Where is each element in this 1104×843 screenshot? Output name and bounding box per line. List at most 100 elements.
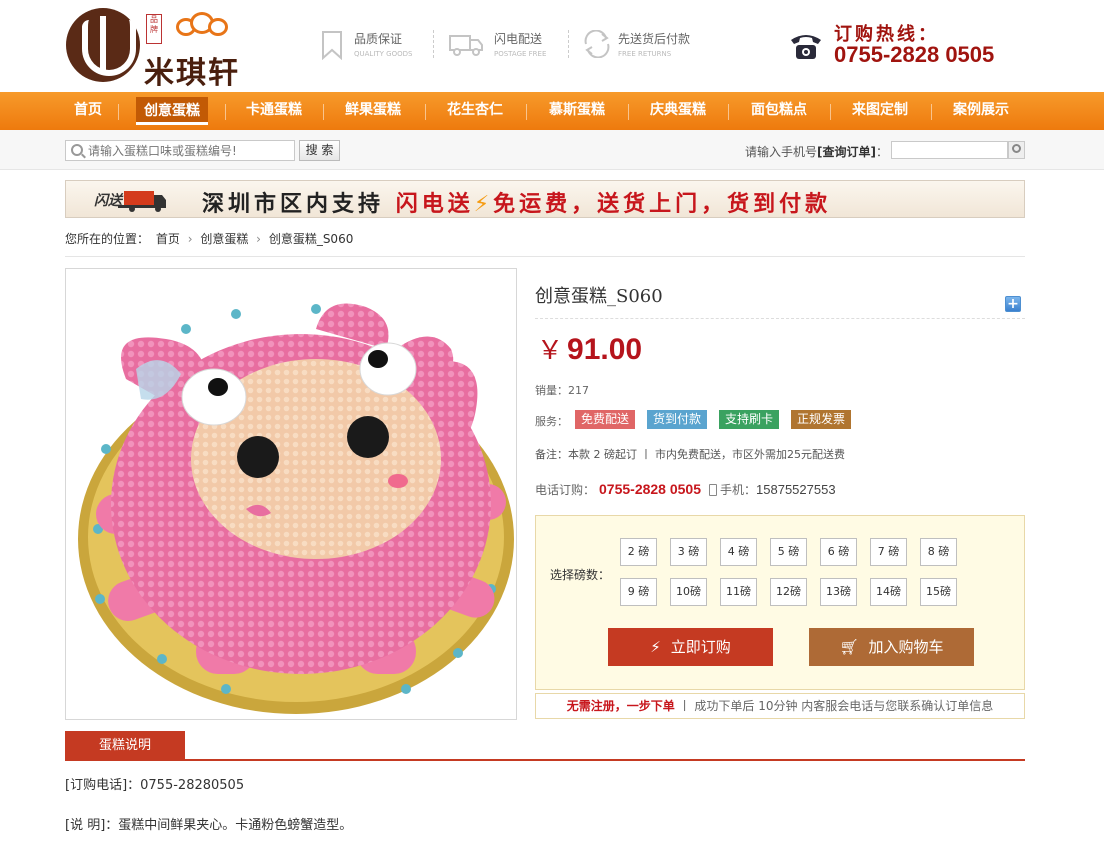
sales-count: 销量：217: [535, 382, 589, 398]
nav-item-peanut-almond[interactable]: 花生杏仁: [432, 92, 518, 130]
nav-label: 首页: [74, 102, 102, 118]
nav-item-creative-cake[interactable]: 创意蛋糕: [126, 92, 218, 130]
nav-divider: [118, 104, 119, 120]
buy-now-button[interactable]: ⚡ 立即订购: [608, 628, 773, 666]
expand-plus-icon[interactable]: +: [1005, 296, 1021, 312]
weight-option[interactable]: 12磅: [770, 578, 807, 606]
nav-label: 卡通蛋糕: [246, 102, 302, 118]
description-phone: [订购电话]：0755-28280505: [65, 778, 245, 793]
order-query-label: 请输入手机号[查询订单]：: [745, 143, 888, 160]
breadcrumb-link-category[interactable]: 创意蛋糕: [200, 232, 248, 246]
service-tag-card: 支持刷卡: [719, 410, 780, 429]
weight-option[interactable]: 4 磅: [720, 538, 757, 566]
tip-text: 丨 成功下单后 10分钟 内客服会电话与您联系确认订单信息: [678, 699, 994, 713]
promise-subtitle: FREE RETURNS: [618, 50, 672, 58]
nav-label: 案例展示: [953, 102, 1009, 118]
nav-label: 来图定制: [852, 102, 908, 118]
tab-cake-description[interactable]: 蛋糕说明: [65, 731, 185, 761]
service-tag-invoice: 正规发票: [791, 410, 852, 429]
banner-text: 深圳市区内支持 闪电送⚡免运费，送货上门，货到付款: [202, 186, 831, 218]
nav-item-custom-order[interactable]: 来图定制: [837, 92, 923, 130]
nav-label: 花生杏仁: [447, 102, 503, 118]
breadcrumb-current: 创意蛋糕_S060: [268, 232, 354, 246]
order-phone-input[interactable]: [891, 141, 1008, 159]
product-price: ￥ 91.00: [537, 330, 642, 367]
breadcrumb-prefix: 您所在的位置：: [65, 232, 150, 246]
order-query-prefix: 请输入手机号: [745, 145, 818, 159]
brand-name: 米琪轩: [144, 56, 240, 91]
main-nav: 首页 创意蛋糕 卡通蛋糕 鲜果蛋糕 花生杏仁 慕斯蛋糕 庆典蛋糕 面包糕点 来图…: [0, 92, 1104, 130]
service-label: 服务：: [535, 415, 568, 428]
weight-option[interactable]: 14磅: [870, 578, 907, 606]
weight-option[interactable]: 15磅: [920, 578, 957, 606]
site-header: 品牌 米琪轩 品质保证 QUALITY GOODS 闪电配送 POSTAGE F…: [0, 0, 1104, 92]
banner-text-suffix: 免运费，送货上门，货到付款: [493, 192, 832, 217]
breadcrumb-link-home[interactable]: 首页: [156, 232, 180, 246]
description-detail: [说 明]：蛋糕中间鲜果夹心。卡通粉色螃蟹造型。: [65, 818, 353, 833]
nav-divider: [225, 104, 226, 120]
add-to-cart-label: 加入购物车: [868, 638, 944, 656]
delivery-banner: 闪送 深圳市区内支持 闪电送⚡免运费，送货上门，货到付款: [65, 180, 1025, 218]
banner-text-highlight: 闪电送: [395, 192, 474, 217]
service-tag-cod: 货到付款: [647, 410, 708, 429]
search-input[interactable]: [65, 140, 295, 161]
promise-subtitle: QUALITY GOODS: [354, 50, 413, 58]
nav-item-bread-pastry[interactable]: 面包糕点: [736, 92, 822, 130]
product-tabs: 蛋糕说明: [65, 729, 1025, 761]
weight-option[interactable]: 2 磅: [620, 538, 657, 566]
weight-option[interactable]: 8 磅: [920, 538, 957, 566]
promise-subtitle: POSTAGE FREE: [494, 50, 547, 58]
lightning-icon: ⚡: [650, 638, 661, 656]
order-search-button[interactable]: [1008, 141, 1025, 159]
weight-option[interactable]: 9 磅: [620, 578, 657, 606]
cake-photo: [78, 303, 514, 714]
divider: [535, 318, 1025, 319]
nav-item-home[interactable]: 首页: [65, 92, 111, 130]
nav-label: 面包糕点: [751, 102, 807, 118]
currency-symbol: ￥: [537, 335, 564, 365]
nav-item-mousse-cake[interactable]: 慕斯蛋糕: [534, 92, 620, 130]
add-to-cart-button[interactable]: 🛒︎ 加入购物车: [809, 628, 974, 666]
weight-option[interactable]: 3 磅: [670, 538, 707, 566]
phone-number: 0755-2828 0505: [599, 481, 702, 497]
divider: [65, 256, 1025, 257]
promise-delivery: 闪电配送 POSTAGE FREE: [448, 28, 558, 64]
weight-option[interactable]: 11磅: [720, 578, 757, 606]
search-icon: [71, 144, 83, 156]
nav-divider: [931, 104, 932, 120]
breadcrumb-separator: ›: [256, 232, 261, 246]
brand-logo[interactable]: 品牌 米琪轩: [66, 8, 271, 91]
promise-quality: 品质保证 QUALITY GOODS: [318, 28, 428, 64]
truck-icon: [448, 30, 483, 58]
nav-item-showcase[interactable]: 案例展示: [938, 92, 1024, 130]
weight-option[interactable]: 6 磅: [820, 538, 857, 566]
product-image[interactable]: [65, 268, 517, 720]
weight-option[interactable]: 13磅: [820, 578, 857, 606]
nav-item-fruit-cake[interactable]: 鲜果蛋糕: [330, 92, 416, 130]
search-bar: 搜 索 请输入手机号[查询订单]：: [0, 130, 1104, 170]
sales-label: 销量：: [535, 384, 568, 397]
telephone-icon: [788, 30, 822, 64]
divider: [568, 30, 569, 58]
nav-divider: [526, 104, 527, 120]
breadcrumb-separator: ›: [187, 232, 193, 246]
order-query-bold: [查询订单]: [817, 145, 876, 159]
contact-info: 电话订购： 0755-2828 0505 手机：15875527553: [535, 481, 836, 498]
nav-label: 庆典蛋糕: [650, 102, 706, 118]
order-query-suffix: ：: [876, 145, 889, 159]
search-button[interactable]: 搜 索: [299, 140, 340, 161]
nav-divider: [323, 104, 324, 120]
nav-item-celebration-cake[interactable]: 庆典蛋糕: [635, 92, 721, 130]
nav-item-cartoon-cake[interactable]: 卡通蛋糕: [232, 92, 316, 130]
product-title: 创意蛋糕_S060: [535, 286, 663, 307]
order-tip: 无需注册，一步下单 丨 成功下单后 10分钟 内客服会电话与您联系确认订单信息: [535, 693, 1025, 719]
weight-option[interactable]: 7 磅: [870, 538, 907, 566]
weight-selector-box: 选择磅数： 2 磅 3 磅 4 磅 5 磅 6 磅 7 磅 8 磅 9 磅 10…: [535, 515, 1025, 690]
buy-now-label: 立即订购: [670, 638, 731, 656]
nav-divider: [728, 104, 729, 120]
return-icon: [582, 29, 610, 59]
promise-title: 先送货后付款: [618, 32, 691, 46]
weight-option[interactable]: 10磅: [670, 578, 707, 606]
weight-option[interactable]: 5 磅: [770, 538, 807, 566]
nav-divider: [628, 104, 629, 120]
